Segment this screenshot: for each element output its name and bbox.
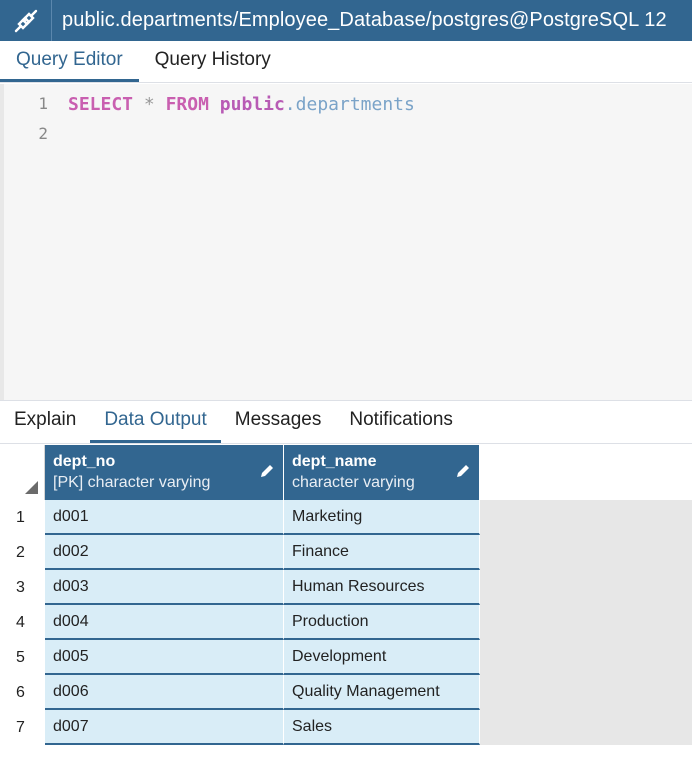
cell-dept-name[interactable]: Marketing	[284, 500, 480, 535]
line-number: 1	[38, 94, 48, 113]
tab-query-history[interactable]: Query History	[139, 40, 287, 82]
sql-table: departments	[295, 94, 415, 115]
sql-dot: .	[284, 94, 296, 115]
sql-schema: public	[219, 94, 285, 115]
table-row[interactable]: 6 d006 Quality Management	[0, 675, 480, 710]
connection-plug-icon[interactable]	[0, 0, 52, 41]
row-number[interactable]: 7	[0, 710, 45, 745]
table-row[interactable]: 2 d002 Finance	[0, 535, 480, 570]
row-number[interactable]: 1	[0, 500, 45, 535]
cell-dept-no[interactable]: d007	[45, 710, 284, 745]
cell-dept-name[interactable]: Sales	[284, 710, 480, 745]
pencil-icon[interactable]	[455, 463, 471, 479]
sql-star: *	[143, 94, 155, 115]
tab-explain[interactable]: Explain	[0, 399, 90, 443]
column-name: dept_no	[53, 453, 116, 470]
editor-tabs: Query Editor Query History	[0, 41, 692, 83]
cell-dept-no[interactable]: d001	[45, 500, 284, 535]
row-number[interactable]: 3	[0, 570, 45, 605]
cell-dept-no[interactable]: d003	[45, 570, 284, 605]
table-row[interactable]: 5 d005 Development	[0, 640, 480, 675]
column-type: character varying	[292, 474, 415, 491]
tab-notifications[interactable]: Notifications	[335, 399, 467, 443]
tab-messages[interactable]: Messages	[221, 399, 336, 443]
data-output-grid: dept_no [PK] character varying dept_name…	[0, 445, 692, 769]
row-number[interactable]: 5	[0, 640, 45, 675]
grid-empty-area	[480, 500, 692, 745]
column-type: [PK] character varying	[53, 474, 211, 491]
cell-dept-no[interactable]: d002	[45, 535, 284, 570]
cell-dept-no[interactable]: d004	[45, 605, 284, 640]
sql-code-line[interactable]: SELECT * FROM public.departments	[68, 94, 415, 115]
window-title: public.departments/Employee_Database/pos…	[62, 9, 667, 31]
output-tabs: Explain Data Output Messages Notificatio…	[0, 400, 692, 444]
cell-dept-name[interactable]: Production	[284, 605, 480, 640]
cell-dept-name[interactable]: Finance	[284, 535, 480, 570]
select-all-corner[interactable]	[0, 445, 45, 500]
row-number[interactable]: 2	[0, 535, 45, 570]
table-row[interactable]: 7 d007 Sales	[0, 710, 480, 745]
tab-data-output[interactable]: Data Output	[90, 399, 221, 443]
row-number[interactable]: 6	[0, 675, 45, 710]
cell-dept-no[interactable]: d006	[45, 675, 284, 710]
cell-dept-name[interactable]: Development	[284, 640, 480, 675]
line-number-gutter: 1 2	[4, 84, 62, 400]
tab-query-editor[interactable]: Query Editor	[0, 40, 139, 82]
select-all-icon	[25, 481, 38, 494]
row-number[interactable]: 4	[0, 605, 45, 640]
column-header-dept-no[interactable]: dept_no [PK] character varying	[45, 445, 284, 500]
cell-dept-no[interactable]: d005	[45, 640, 284, 675]
query-editor[interactable]: 1 2 SELECT * FROM public.departments	[0, 84, 692, 400]
cell-dept-name[interactable]: Human Resources	[284, 570, 480, 605]
table-row[interactable]: 1 d001 Marketing	[0, 500, 480, 535]
cell-dept-name[interactable]: Quality Management	[284, 675, 480, 710]
title-bar: public.departments/Employee_Database/pos…	[0, 0, 692, 41]
sql-keyword-from: FROM	[165, 94, 209, 115]
table-row[interactable]: 4 d004 Production	[0, 605, 480, 640]
table-row[interactable]: 3 d003 Human Resources	[0, 570, 480, 605]
column-header-dept-name[interactable]: dept_name character varying	[284, 445, 480, 500]
sql-keyword-select: SELECT	[68, 94, 134, 115]
column-name: dept_name	[292, 453, 377, 470]
pencil-icon[interactable]	[259, 463, 275, 479]
line-number: 2	[38, 124, 48, 143]
